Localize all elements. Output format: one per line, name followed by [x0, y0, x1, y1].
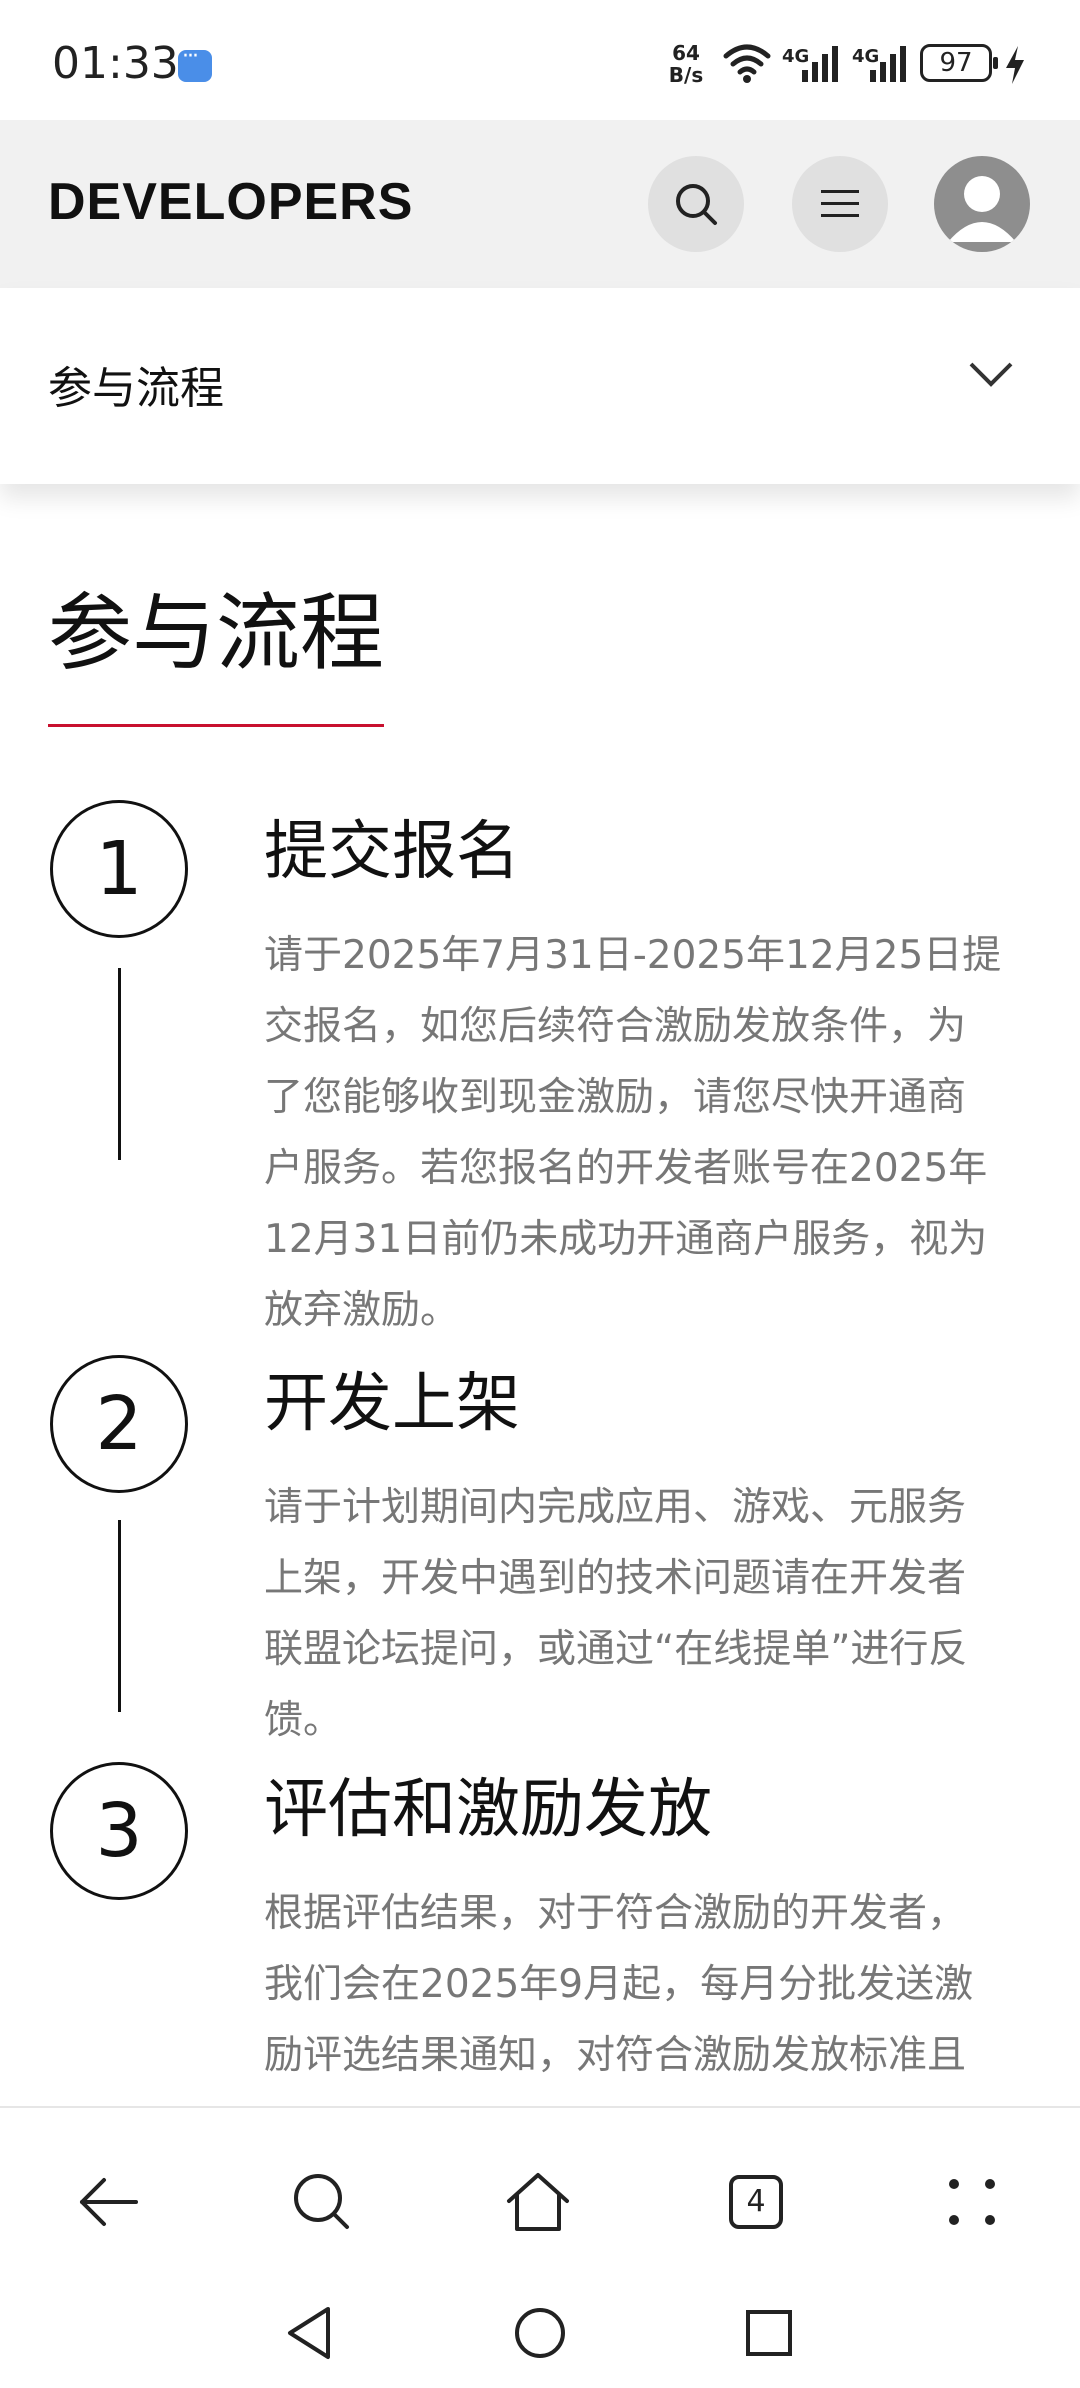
recents-square-icon — [746, 2310, 792, 2356]
signal-icon — [870, 46, 906, 82]
section-dropdown-label: 参与流程 — [48, 363, 224, 414]
step-description: 请于2025年7月31日-2025年12月25日提 交报名，如您后续符合激励发放… — [264, 920, 1034, 1346]
step-description-line: 联盟论坛提问，或通过“在线提单”进行反 — [264, 1627, 968, 1672]
step-title: 提交报名 — [264, 815, 520, 889]
tabs-icon: 4 — [729, 2175, 783, 2229]
title-underline — [48, 724, 384, 727]
step-connector — [118, 968, 121, 1160]
message-icon — [178, 44, 212, 82]
step-number-badge: 3 — [50, 1762, 188, 1900]
status-time: 01:33 — [52, 38, 179, 89]
tabs-button[interactable]: 4 — [708, 2154, 804, 2250]
browser-search-button[interactable] — [274, 2154, 370, 2250]
menu-icon — [821, 190, 859, 217]
step-description-line: 了您能够收到现金激励，请您尽快开通商 — [264, 1075, 967, 1120]
charging-icon — [1006, 46, 1024, 84]
step-description-line: 励评选结果通知，对符合激励发放标准且 — [264, 2033, 967, 2078]
step-number-badge: 2 — [50, 1355, 188, 1493]
system-navigation-bar — [0, 2278, 1080, 2388]
battery-icon: 97 — [920, 44, 998, 82]
network-speed-value: 64 — [672, 41, 700, 65]
network-speed-unit: B/s — [668, 63, 704, 87]
site-logo[interactable]: DEVELOPERS — [48, 172, 413, 232]
back-arrow-icon — [80, 2178, 138, 2226]
step-connector — [118, 1520, 121, 1712]
home-icon — [507, 2173, 569, 2231]
step-description-line: 放弃激励。 — [264, 1288, 460, 1333]
step-description-line: 12月31日前仍未成功开通商户服务，视为 — [264, 1217, 988, 1262]
system-back-button[interactable] — [274, 2298, 344, 2368]
avatar[interactable] — [934, 156, 1030, 252]
search-button[interactable] — [648, 156, 744, 252]
back-button[interactable] — [60, 2154, 156, 2250]
step-description: 根据评估结果，对于符合激励的开发者， 我们会在2025年9月起，每月分批发送激 … — [264, 1878, 1034, 2091]
step-number-badge: 1 — [50, 800, 188, 938]
system-recents-button[interactable] — [734, 2298, 804, 2368]
page-title: 参与流程 — [48, 584, 385, 682]
step-description-line: 上架，开发中遇到的技术问题请在开发者 — [264, 1556, 967, 1601]
site-header: DEVELOPERS — [0, 120, 1080, 288]
wifi-icon — [723, 44, 771, 83]
step-description-line: 根据评估结果，对于符合激励的开发者， — [264, 1891, 967, 1936]
step-description-line: 请于计划期间内完成应用、游戏、元服务 — [264, 1485, 967, 1530]
system-home-button[interactable] — [505, 2298, 575, 2368]
status-bar: 01:33 64 B/s 4G 4G 97 — [0, 0, 1080, 120]
browser-toolbar: 4 — [0, 2108, 1080, 2278]
home-button[interactable] — [490, 2154, 586, 2250]
search-icon — [676, 184, 717, 225]
step-description-line: 馈。 — [264, 1698, 343, 1743]
step-title: 开发上架 — [264, 1367, 520, 1441]
chevron-down-icon[interactable] — [968, 360, 1014, 388]
signal-icon — [802, 46, 838, 82]
menu-button[interactable] — [792, 156, 888, 252]
back-triangle-icon — [288, 2307, 330, 2359]
step-description-line: 我们会在2025年9月起，每月分批发送激 — [264, 1962, 974, 2007]
section-dropdown[interactable]: 参与流程 — [0, 288, 1080, 484]
step-description-line: 户服务。若您报名的开发者账号在2025年 — [264, 1146, 988, 1191]
step-description-line: 交报名，如您后续符合激励发放条件，为 — [264, 1004, 967, 1049]
home-circle-icon — [515, 2308, 565, 2358]
more-button[interactable] — [924, 2154, 1020, 2250]
step-title: 评估和激励发放 — [264, 1773, 712, 1847]
step-description-line: 请于2025年7月31日-2025年12月25日提 — [264, 933, 1002, 978]
avatar-icon — [948, 176, 1016, 242]
network-speed: 64 B/s — [666, 42, 706, 86]
more-icon — [949, 2179, 995, 2225]
step-description: 请于计划期间内完成应用、游戏、元服务 上架，开发中遇到的技术问题请在开发者 联盟… — [264, 1472, 1034, 1756]
search-icon — [294, 2174, 349, 2229]
